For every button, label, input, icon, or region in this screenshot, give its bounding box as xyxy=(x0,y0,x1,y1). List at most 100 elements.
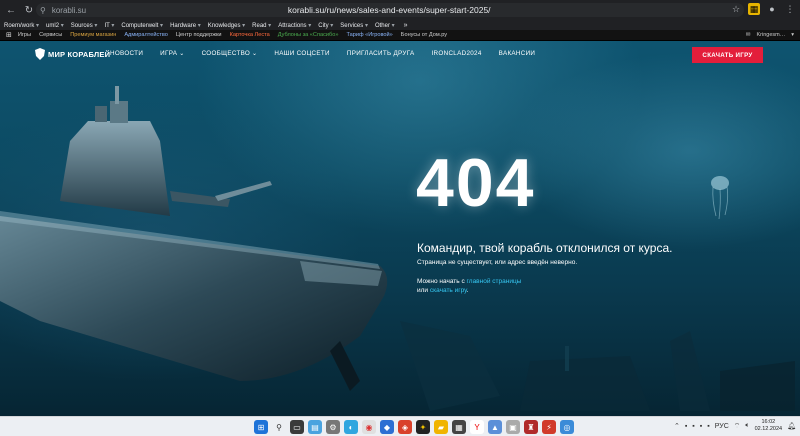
menu-item-news[interactable]: НОВОСТИ xyxy=(110,50,143,57)
taskbar-apps: ⊞ ⚲ ▭ ▤ ⚙ ◐ ◉ ◆ ◈ ✦ ▰ ▦ Y ▲ ▣ ♜ ⚡ ◎ xyxy=(254,420,574,434)
game-icon[interactable]: ♜ xyxy=(524,420,538,434)
notification-icon[interactable]: ✉ xyxy=(746,32,751,38)
more-bookmarks-icon[interactable]: » xyxy=(404,22,408,29)
clock[interactable]: 16:02 02.12.2024 xyxy=(755,419,783,433)
help-text: или xyxy=(417,287,430,294)
wifi-icon[interactable]: ⌔ xyxy=(734,422,741,431)
chrome-icon[interactable]: ◉ xyxy=(362,420,376,434)
app-icon[interactable]: ◈ xyxy=(398,420,412,434)
bookmarks-bar: Roem/work uml2 Sources IT Computerwelt H… xyxy=(0,20,800,30)
site-logo[interactable]: МИР КОРАБЛЕЙ xyxy=(35,48,110,60)
back-icon[interactable]: ← xyxy=(4,3,18,17)
menu-item-invite[interactable]: ПРИГЛАСИТЬ ДРУГА xyxy=(347,50,415,57)
app-icon[interactable]: ⚡ xyxy=(542,420,556,434)
bookmark-folder[interactable]: Roem/work xyxy=(4,22,39,29)
brand-name: МИР КОРАБЛЕЙ xyxy=(48,49,111,59)
error-title: Командир, твой корабль отклонился от кур… xyxy=(417,241,673,255)
bookmark-folder[interactable]: uml2 xyxy=(46,22,64,29)
menu-item-ironclad[interactable]: IRONCLAD2024 xyxy=(432,50,482,57)
bookmark-folder[interactable]: City xyxy=(318,22,333,29)
notification-bell-icon[interactable]: 🔔︎ xyxy=(787,422,796,430)
search-icon[interactable]: ⚲ xyxy=(272,420,286,434)
extension-icons: ☆ ▦ ● ⋮ xyxy=(730,3,796,15)
tray-app-icon[interactable]: ▪ xyxy=(692,423,694,430)
portal-item[interactable]: Сервисы xyxy=(39,32,62,38)
menu-item-game[interactable]: ИГРА xyxy=(160,50,184,57)
portal-item[interactable]: Центр поддержки xyxy=(176,32,222,38)
home-page-link[interactable]: главной страницы xyxy=(467,278,522,285)
bookmark-folder[interactable]: Hardware xyxy=(170,22,201,29)
error-help-line: Можно начать с главной страницы xyxy=(417,278,521,285)
bookmark-folder[interactable]: Read xyxy=(252,22,271,29)
portal-item[interactable]: Адмиралтейство xyxy=(124,32,168,38)
browser-toolbar: ← ↻ ⚲ korabli.su korabli.su/ru/news/sale… xyxy=(0,0,800,20)
bookmark-folder[interactable]: IT xyxy=(104,22,114,29)
edge-icon[interactable]: ◐ xyxy=(344,420,358,434)
menu-item-jobs[interactable]: ВАКАНСИИ xyxy=(499,50,536,57)
app-icon[interactable]: ▤ xyxy=(308,420,322,434)
settings-icon[interactable]: ⚙ xyxy=(326,420,340,434)
download-game-link[interactable]: скачать игру xyxy=(430,287,467,294)
site-page: МИР КОРАБЛЕЙ НОВОСТИ ИГРА СООБЩЕСТВО НАШ… xyxy=(0,41,800,416)
start-icon[interactable]: ⊞ xyxy=(254,420,268,434)
error-subtitle: Страница не существует, или адрес введён… xyxy=(417,259,578,266)
portal-bar: ⊞ Игры Сервисы Премиум магазин Адмиралте… xyxy=(0,30,800,41)
error-code: 404 xyxy=(416,145,536,221)
volume-icon[interactable]: 🔈︎ xyxy=(745,422,749,430)
shield-icon xyxy=(35,48,45,60)
app-icon[interactable]: ◆ xyxy=(380,420,394,434)
portal-item[interactable]: Тариф «Игровой» xyxy=(346,32,392,38)
bookmark-star-icon[interactable]: ☆ xyxy=(730,3,742,15)
reload-icon[interactable]: ↻ xyxy=(22,3,36,17)
bookmark-folder[interactable]: Attractions xyxy=(278,22,311,29)
address-bar[interactable]: ⚲ korabli.su korabli.su/ru/news/sales-an… xyxy=(36,3,744,17)
clock-date: 02.12.2024 xyxy=(754,426,783,432)
portal-item[interactable]: Карточка Леста xyxy=(230,32,270,38)
portal-item[interactable]: Дублоны за «Спасибо» xyxy=(278,32,339,38)
site-header: МИР КОРАБЛЕЙ НОВОСТИ ИГРА СООБЩЕСТВО НАШ… xyxy=(0,41,800,69)
help-text: . xyxy=(466,287,469,294)
portal-item[interactable]: Бонусы от Дом.ру xyxy=(401,32,447,38)
short-url: korabli.su xyxy=(51,5,87,15)
bookmark-folder[interactable]: Other xyxy=(375,22,395,29)
download-game-button[interactable]: СКАЧАТЬ ИГРУ xyxy=(692,47,763,63)
full-url[interactable]: korabli.su/ru/news/sales-and-events/supe… xyxy=(288,5,491,15)
username[interactable]: Kringesm… xyxy=(757,32,786,38)
app-icon[interactable]: ▣ xyxy=(506,420,520,434)
tray-app-icon[interactable]: ▪ xyxy=(707,423,709,430)
tray-app-icon[interactable]: ▪ xyxy=(685,423,687,430)
portal-logo-icon[interactable]: ⊞ xyxy=(6,31,12,39)
portal-item[interactable]: Игры xyxy=(18,32,31,38)
menu-item-socials[interactable]: НАШИ СОЦСЕТИ xyxy=(274,50,329,57)
menu-item-community[interactable]: СООБЩЕСТВО xyxy=(202,50,258,57)
folder-icon[interactable]: ▰ xyxy=(434,420,448,434)
bookmark-folder[interactable]: Knowledges xyxy=(208,22,245,29)
bookmark-folder[interactable]: Services xyxy=(340,22,368,29)
menu-icon[interactable]: ⋮ xyxy=(784,3,796,15)
system-tray: ⌃ ▪ ▪ ▪ ▪ РУС ⌔ 🔈︎ 16:02 02.12.2024 🔔︎ xyxy=(674,419,796,433)
app-icon[interactable]: ◎ xyxy=(560,420,574,434)
yandex-icon[interactable]: Y xyxy=(470,420,484,434)
tray-app-icon[interactable]: ▪ xyxy=(700,423,702,430)
bookmark-folder[interactable]: Sources xyxy=(71,22,98,29)
chevron-up-icon[interactable]: ⌃ xyxy=(674,422,680,430)
portal-item[interactable]: Премиум магазин xyxy=(70,32,116,38)
extension-icon[interactable]: ▦ xyxy=(748,3,760,15)
task-view-icon[interactable]: ▭ xyxy=(290,420,304,434)
clock-time: 16:02 xyxy=(761,419,776,425)
portal-user: ✉ Kringesm… ▾ xyxy=(746,32,794,38)
game-icon[interactable]: ✦ xyxy=(416,420,430,434)
bookmark-folder[interactable]: Computerwelt xyxy=(121,22,163,29)
help-text: Можно начать с xyxy=(417,278,467,285)
submarine-illustration xyxy=(0,86,388,391)
app-icon[interactable]: ▦ xyxy=(452,420,466,434)
jellyfish-illustration xyxy=(711,176,729,220)
app-icon[interactable]: ▲ xyxy=(488,420,502,434)
language-indicator[interactable]: РУС xyxy=(715,423,729,430)
profile-icon[interactable]: ● xyxy=(766,3,778,15)
chevron-down-icon[interactable]: ▾ xyxy=(791,32,794,38)
site-info-icon[interactable]: ⚲ xyxy=(40,6,46,15)
taskbar: ⊞ ⚲ ▭ ▤ ⚙ ◐ ◉ ◆ ◈ ✦ ▰ ▦ Y ▲ ▣ ♜ ⚡ ◎ ⌃ ▪ … xyxy=(0,416,800,436)
shipwreck-illustration xyxy=(400,321,795,411)
main-menu: НОВОСТИ ИГРА СООБЩЕСТВО НАШИ СОЦСЕТИ ПРИ… xyxy=(110,50,552,57)
